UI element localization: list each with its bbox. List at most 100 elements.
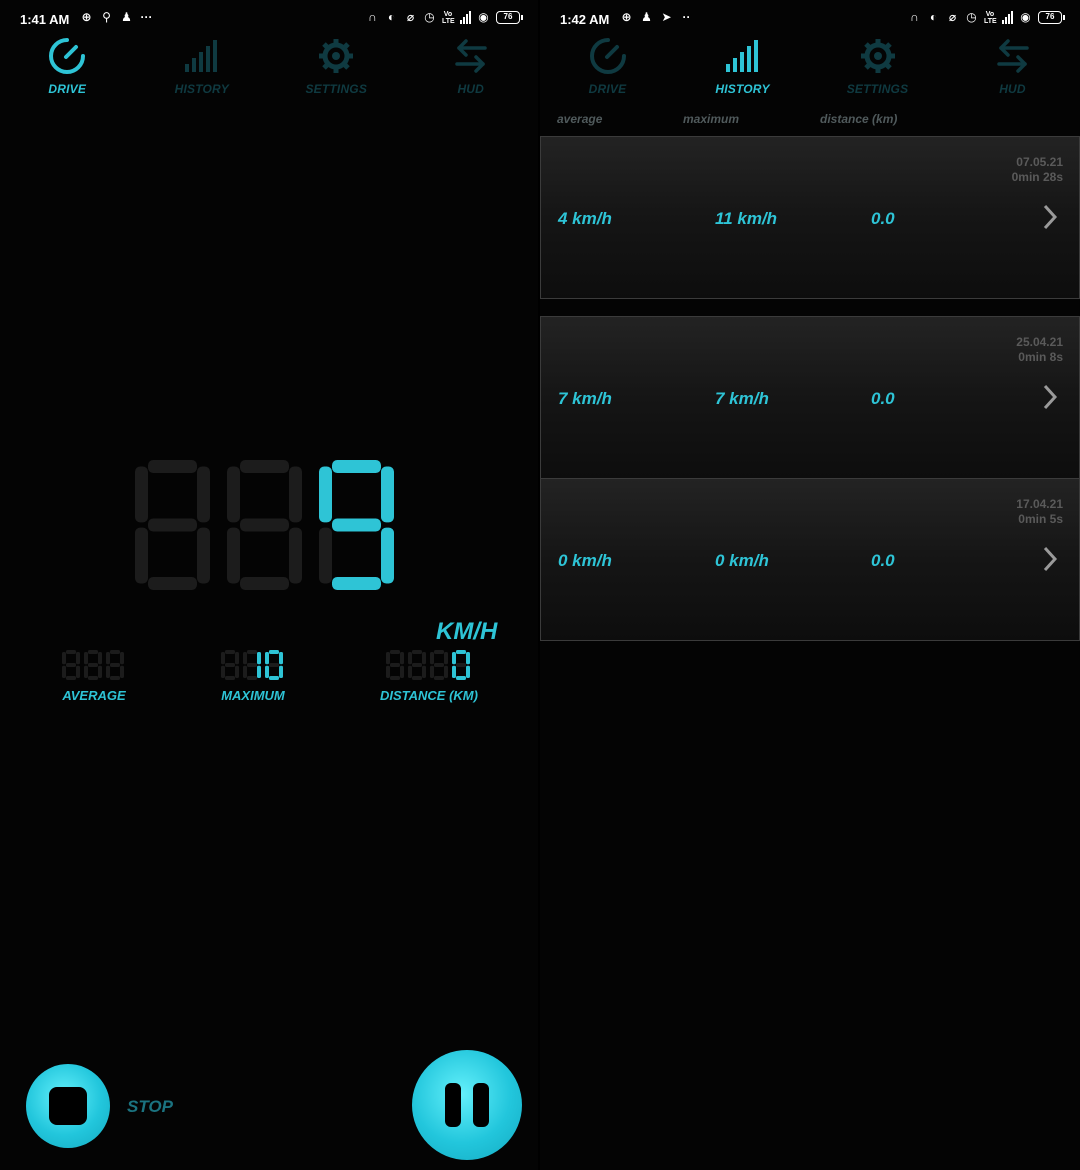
digit-segment bbox=[421, 652, 426, 665]
more-notifications-icon: ··· bbox=[140, 10, 153, 24]
tab-settings[interactable]: SETTINGS bbox=[810, 36, 945, 106]
stop-label: STOP bbox=[127, 1097, 173, 1116]
stop-button[interactable] bbox=[26, 1064, 110, 1148]
tab-label: HISTORY bbox=[174, 82, 229, 96]
battery-icon: 76 bbox=[1038, 11, 1065, 24]
digit-segment bbox=[225, 676, 235, 680]
trip-distance: 0.0 bbox=[871, 551, 895, 570]
tab-history[interactable]: HISTORY bbox=[135, 36, 270, 106]
digit-segment bbox=[389, 663, 400, 667]
maximum-label: MAXIMUM bbox=[221, 688, 285, 703]
digit-segment bbox=[197, 466, 210, 523]
speedometer-icon bbox=[49, 38, 86, 74]
trip-distance: 0.0 bbox=[871, 209, 895, 228]
trip-maximum: 0 km/h bbox=[715, 551, 769, 570]
digit-segment bbox=[332, 518, 381, 532]
digit-segment bbox=[389, 676, 400, 680]
digit-segment bbox=[381, 527, 394, 584]
digit-segment bbox=[455, 663, 466, 667]
trip-date-value: 25.04.21 bbox=[1016, 335, 1063, 349]
trip-duration: 0min 28s bbox=[1011, 170, 1063, 184]
average-label: AVERAGE bbox=[62, 688, 126, 703]
digit-segment bbox=[411, 676, 422, 680]
digit-segment bbox=[247, 676, 257, 680]
digit-segment bbox=[257, 652, 261, 665]
gear-icon bbox=[860, 39, 895, 73]
average-value bbox=[62, 650, 124, 680]
digit-segment bbox=[411, 663, 422, 667]
volte-icon: Vo LTE bbox=[984, 11, 997, 25]
tab-hud[interactable]: HUD bbox=[404, 36, 539, 106]
tab-drive[interactable]: DRIVE bbox=[540, 36, 675, 106]
mute-icon: ◐ bbox=[929, 10, 938, 24]
digit-segment bbox=[265, 665, 269, 678]
digit-segment bbox=[148, 460, 197, 473]
tab-label: DRIVE bbox=[588, 82, 627, 96]
digit-segment bbox=[135, 527, 148, 584]
column-distance: distance (km) bbox=[820, 112, 898, 126]
alarm-icon: ◷ bbox=[966, 10, 977, 24]
status-bar: 1:42 AM ⊕ ♟ ➤ ·· ∩ ◐ ⌀ ◷ Vo LTE ◉ 76 bbox=[540, 0, 1080, 38]
digit-segment bbox=[66, 650, 76, 654]
trip-row[interactable]: 25.04.21 0min 8s 7 km/h 7 km/h 0.0 bbox=[540, 316, 1080, 479]
digit-segment bbox=[465, 652, 470, 665]
distance-value bbox=[385, 650, 470, 680]
nav-tabs: DRIVE HISTORY SETTINGS HUD bbox=[540, 36, 1080, 106]
tab-history[interactable]: HISTORY bbox=[675, 36, 810, 106]
map-pin-icon: ⚲ bbox=[102, 10, 111, 24]
digit-segment bbox=[240, 518, 289, 532]
trip-date: 07.05.21 0min 28s bbox=[1012, 155, 1063, 185]
tab-hud[interactable]: HUD bbox=[945, 36, 1080, 106]
snapchat-icon: ♟ bbox=[121, 10, 132, 24]
tab-settings[interactable]: SETTINGS bbox=[269, 36, 404, 106]
headphones-icon: ∩ bbox=[368, 10, 377, 24]
digit-segment bbox=[443, 652, 448, 665]
digit-segment bbox=[407, 652, 412, 665]
status-time: 1:41 AM bbox=[20, 12, 70, 27]
tab-drive[interactable]: DRIVE bbox=[0, 36, 135, 106]
digit-segment bbox=[98, 665, 102, 678]
speed-display bbox=[135, 460, 394, 590]
mute-icon: ◐ bbox=[387, 10, 396, 24]
volte-icon: Vo LTE bbox=[442, 11, 455, 25]
swap-arrows-icon bbox=[455, 39, 487, 73]
digit-segment bbox=[429, 652, 434, 665]
trip-date-value: 07.05.21 bbox=[1016, 155, 1063, 169]
digit-segment bbox=[227, 466, 240, 523]
digit-segment bbox=[225, 663, 235, 667]
digit-segment bbox=[279, 665, 283, 678]
digit-segment bbox=[235, 652, 239, 665]
digit-segment bbox=[279, 652, 283, 665]
tab-label: SETTINGS bbox=[305, 82, 368, 96]
trip-date-value: 17.04.21 bbox=[1016, 497, 1063, 511]
trip-average: 4 km/h bbox=[558, 209, 612, 228]
digit-segment bbox=[433, 650, 444, 654]
digit-segment bbox=[135, 466, 148, 523]
digit-segment bbox=[319, 466, 332, 523]
digit-segment bbox=[221, 665, 225, 678]
digit-segment bbox=[120, 652, 124, 665]
pause-button[interactable] bbox=[412, 1050, 522, 1160]
distance-label: DISTANCE (KM) bbox=[380, 688, 478, 703]
digit-segment bbox=[433, 676, 444, 680]
digit-segment bbox=[389, 650, 400, 654]
digit-segment bbox=[455, 650, 466, 654]
more-notifications-icon: ·· bbox=[682, 10, 691, 24]
digit-segment bbox=[455, 676, 466, 680]
stop-icon bbox=[49, 1087, 87, 1125]
trip-row[interactable]: 07.05.21 0min 28s 4 km/h 11 km/h 0.0 bbox=[540, 136, 1080, 299]
digit-segment bbox=[421, 665, 426, 678]
digit-segment bbox=[385, 665, 390, 678]
trip-duration: 0min 8s bbox=[1018, 350, 1063, 364]
trip-row[interactable]: 17.04.21 0min 5s 0 km/h 0 km/h 0.0 bbox=[540, 478, 1080, 641]
digit-segment bbox=[148, 577, 197, 590]
trip-distance: 0.0 bbox=[871, 389, 895, 408]
signal-icon bbox=[1002, 11, 1013, 24]
maximum-stat: MAXIMUM bbox=[221, 650, 285, 703]
digit-segment bbox=[247, 650, 257, 654]
signal-icon bbox=[460, 11, 471, 24]
status-time: 1:42 AM bbox=[560, 12, 610, 27]
digit-segment bbox=[240, 460, 289, 473]
digit-segment bbox=[269, 676, 279, 680]
digit-segment bbox=[319, 527, 332, 584]
